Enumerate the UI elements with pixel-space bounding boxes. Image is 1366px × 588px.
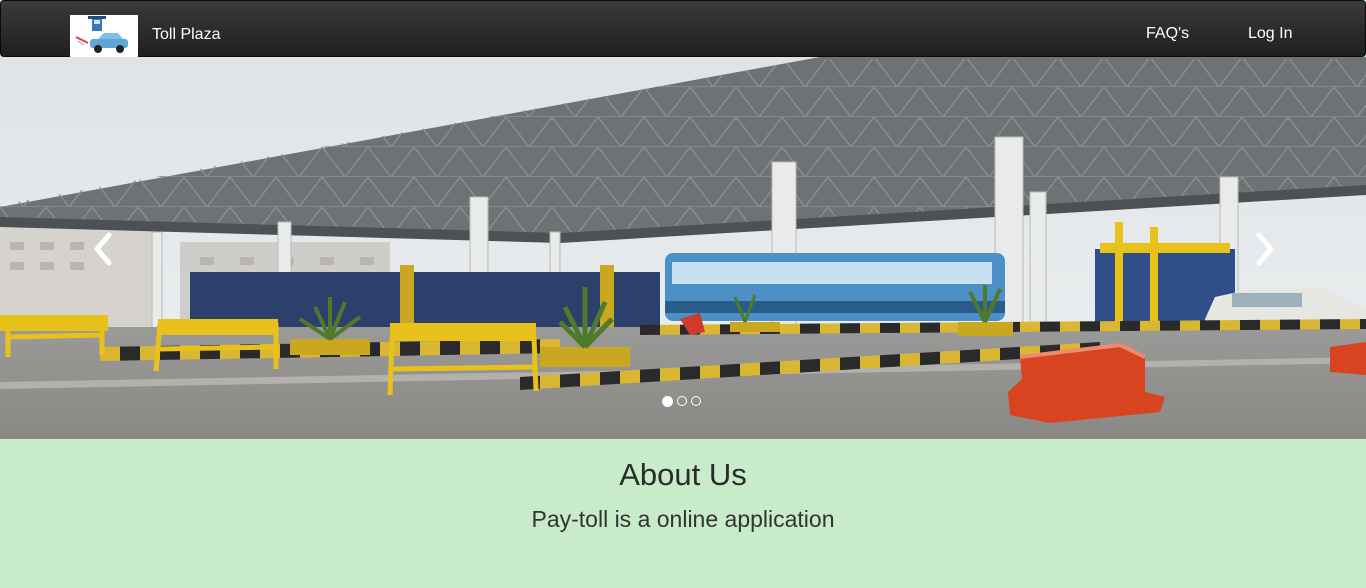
chevron-left-icon bbox=[94, 232, 112, 266]
faq-link[interactable]: FAQ's bbox=[1146, 25, 1189, 43]
carousel-indicator-2[interactable] bbox=[677, 396, 687, 406]
about-section: About Us Pay-toll is a online applicatio… bbox=[0, 439, 1366, 588]
image-carousel bbox=[0, 57, 1366, 439]
about-text: Pay-toll is a online application bbox=[531, 506, 835, 532]
brand-name[interactable]: Toll Plaza bbox=[152, 26, 220, 44]
login-link[interactable]: Log In bbox=[1248, 25, 1292, 43]
top-navbar: Toll Plaza FAQ's Log In bbox=[0, 0, 1366, 58]
brand-logo[interactable] bbox=[70, 15, 138, 58]
chevron-right-icon bbox=[1256, 232, 1274, 266]
toll-booth-car-icon bbox=[75, 16, 128, 53]
toll-plaza-photo bbox=[0, 57, 1366, 439]
carousel-indicator-1[interactable] bbox=[662, 395, 673, 407]
carousel-indicator-3[interactable] bbox=[691, 396, 701, 406]
carousel-prev-button[interactable] bbox=[88, 229, 118, 269]
about-heading: About Us bbox=[619, 457, 747, 492]
carousel-next-button[interactable] bbox=[1250, 229, 1280, 269]
carousel-indicators bbox=[662, 395, 701, 407]
